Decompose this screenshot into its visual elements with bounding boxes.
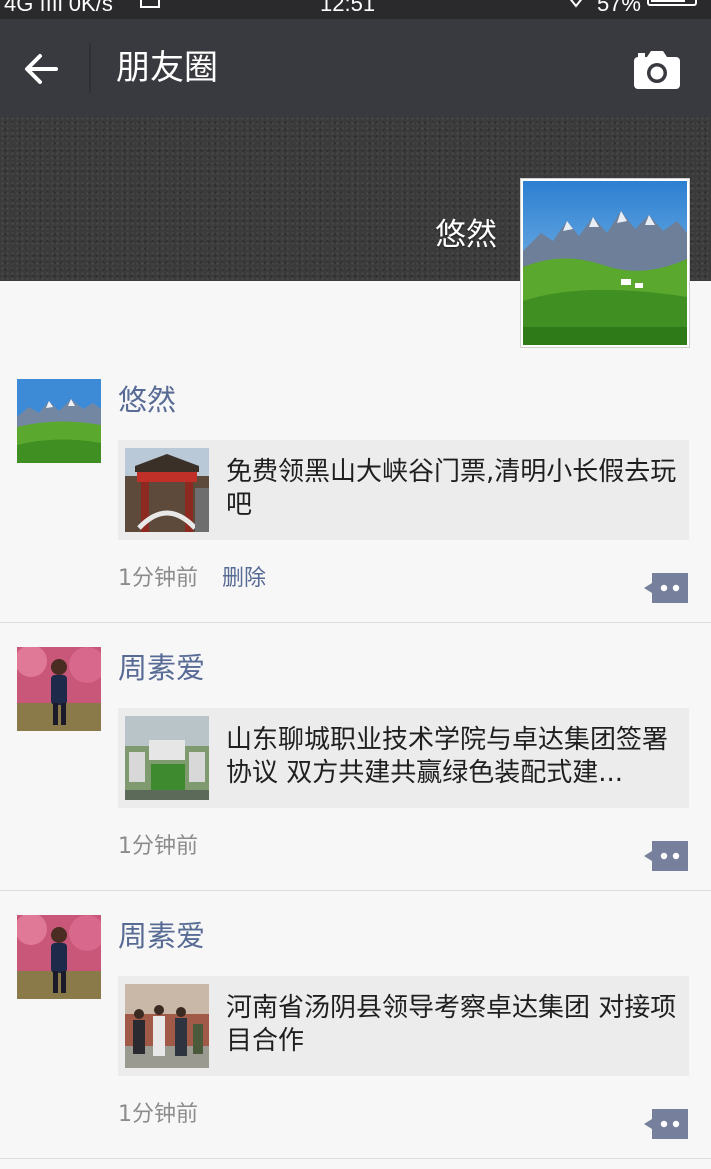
back-arrow-icon — [25, 54, 58, 84]
author-name[interactable]: 周素爱 — [118, 916, 205, 956]
back-button[interactable] — [16, 45, 68, 93]
comment-dots-icon — [644, 573, 688, 603]
gate-thumbnail-image — [125, 448, 209, 532]
post-time: 1分钟前 — [118, 834, 198, 859]
officials-thumbnail-image — [125, 984, 209, 1068]
post-time: 1分钟前 — [118, 1102, 198, 1127]
comment-button[interactable] — [642, 1107, 690, 1141]
status-bar: 4G ıııl 0K/s 12:51 57% — [0, 0, 711, 19]
person-avatar-image — [17, 915, 101, 999]
battery-icon — [647, 0, 697, 6]
author-name[interactable]: 悠然 — [118, 380, 176, 420]
author-avatar[interactable] — [17, 379, 101, 463]
delete-button[interactable]: 删除 — [222, 564, 266, 594]
camera-button[interactable] — [630, 47, 686, 93]
shared-link-card[interactable]: 免费领黑山大峡谷门票,清明小长假去玩吧 — [118, 440, 689, 540]
feed-post: 悠然 免费领黑山大峡谷门票,清明小长假去玩吧 1分钟前 删除 — [0, 281, 711, 623]
landscape-avatar-image — [17, 379, 101, 463]
post-time: 1分钟前 — [118, 566, 198, 591]
link-thumbnail — [125, 984, 209, 1068]
image-notification-icon — [140, 0, 160, 8]
shared-link-card[interactable]: 河南省汤阴县领导考察卓达集团 对接项目合作 — [118, 976, 689, 1076]
nav-divider — [89, 43, 91, 93]
author-avatar[interactable] — [17, 915, 101, 999]
person-avatar-image — [17, 647, 101, 731]
nav-bar: 朋友圈 — [0, 19, 711, 116]
page-title: 朋友圈 — [116, 48, 218, 88]
comment-button[interactable] — [642, 839, 690, 873]
author-name[interactable]: 周素爱 — [118, 648, 205, 688]
campus-thumbnail-image — [125, 716, 209, 800]
camera-icon — [634, 51, 680, 89]
link-title: 免费领黑山大峡谷门票,清明小长假去玩吧 — [226, 457, 677, 520]
comment-button[interactable] — [642, 571, 690, 605]
shared-link-card[interactable]: 山东聊城职业技术学院与卓达集团签署协议 双方共建共赢绿色装配式建... — [118, 708, 689, 808]
wifi-icon — [569, 0, 583, 8]
link-thumbnail — [125, 448, 209, 532]
comment-dots-icon — [644, 1109, 688, 1139]
cover-user-name: 悠然 — [435, 217, 497, 253]
link-thumbnail — [125, 716, 209, 800]
feed-post: 周素爱 山东聊城职业技术学院与卓达集团签署协议 双方共建共赢绿色装配式建... … — [0, 623, 711, 891]
clock: 12:51 — [320, 0, 376, 16]
feed-post: 周素爱 河南省汤阴县领导考察卓达集团 对接项目合作 1分钟前 — [0, 891, 711, 1159]
author-avatar[interactable] — [17, 647, 101, 731]
link-title: 山东聊城职业技术学院与卓达集团签署协议 双方共建共赢绿色装配式建... — [226, 725, 669, 788]
link-title: 河南省汤阴县领导考察卓达集团 对接项目合作 — [226, 993, 677, 1056]
signal-status: 4G ıııl 0K/s — [4, 0, 113, 16]
comment-dots-icon — [644, 841, 688, 871]
battery-level: 57% — [596, 0, 641, 16]
